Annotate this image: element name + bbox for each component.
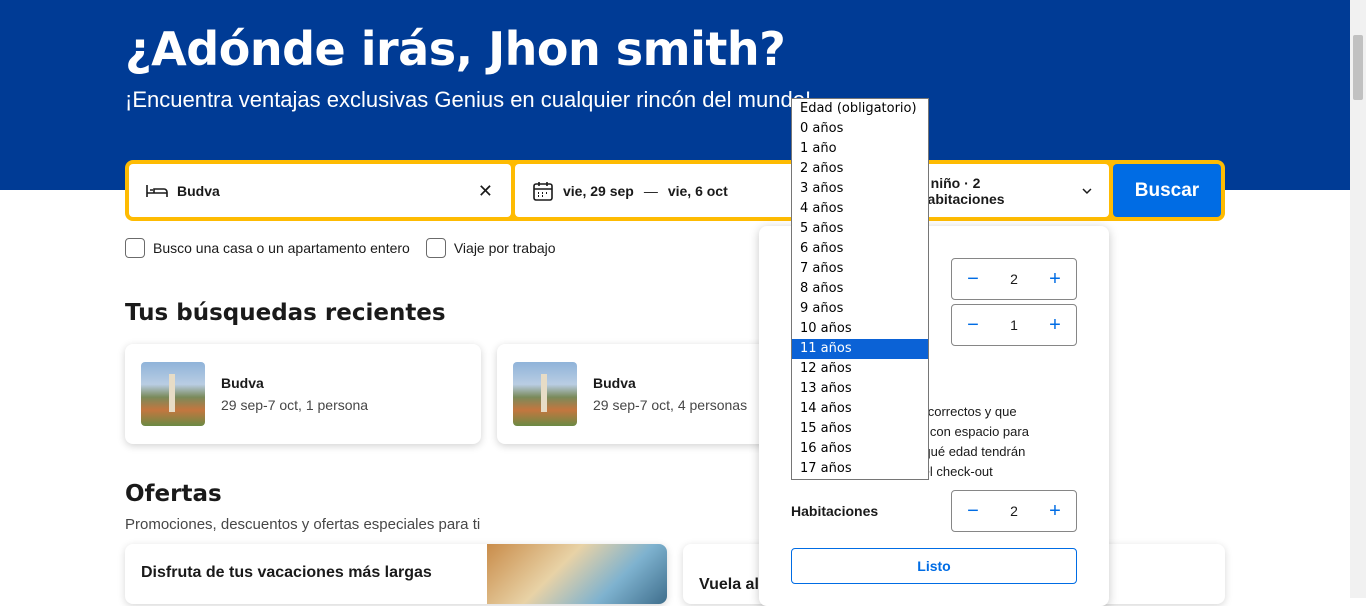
rooms-label: Habitaciones	[791, 503, 879, 519]
done-button[interactable]: Listo	[791, 548, 1077, 584]
work-trip-checkbox[interactable]: Viaje por trabajo	[425, 238, 556, 258]
age-option[interactable]: 7 años	[792, 259, 928, 279]
date-separator: —	[643, 182, 658, 199]
clear-icon[interactable]: ✕	[478, 181, 493, 202]
recent-search-details: 29 sep-7 oct, 4 personas	[593, 397, 748, 413]
age-option[interactable]: 4 años	[792, 199, 928, 219]
recent-search-title: Budva	[593, 375, 636, 391]
minus-icon[interactable]: −	[962, 268, 984, 291]
search-bar: Budva ✕ vie, 29 sep — vie, 6 oct 1 niño …	[125, 160, 1225, 221]
age-option[interactable]: 14 años	[792, 399, 928, 419]
age-option[interactable]: 9 años	[792, 299, 928, 319]
scrollbar-thumb[interactable]	[1353, 35, 1363, 100]
age-option[interactable]: 1 año	[792, 139, 928, 159]
offer-card[interactable]: Disfruta de tus vacaciones más largas	[125, 544, 667, 604]
age-option[interactable]: 3 años	[792, 179, 928, 199]
offers-heading: Ofertas	[125, 481, 222, 507]
destination-thumbnail	[141, 362, 205, 426]
age-option[interactable]: 5 años	[792, 219, 928, 239]
age-option[interactable]: 10 años	[792, 319, 928, 339]
whole-home-label: Busco una casa o un apartamento entero	[153, 240, 410, 256]
offer-title: Disfruta de tus vacaciones más largas	[141, 564, 432, 581]
adults-stepper: − 2 +	[951, 258, 1077, 300]
recent-search-details: 29 sep-7 oct, 1 persona	[221, 397, 369, 413]
age-option-selected[interactable]: 11 años	[792, 339, 928, 359]
recent-search-title: Budva	[221, 375, 264, 391]
checkout-date[interactable]: vie, 6 oct	[668, 183, 728, 199]
page-subtitle: ¡Encuentra ventajas exclusivas Genius en…	[125, 87, 812, 112]
destination-input[interactable]: Budva	[177, 183, 220, 199]
occupancy-summary[interactable]: 1 niño · 2 habitaciones	[919, 175, 1069, 207]
age-option[interactable]: 0 años	[792, 119, 928, 139]
children-count: 1	[1010, 317, 1018, 333]
age-option[interactable]: 17 años	[792, 459, 928, 479]
destination-field[interactable]: Budva ✕	[129, 164, 511, 217]
destination-thumbnail	[513, 362, 577, 426]
adults-count: 2	[1010, 271, 1018, 287]
offers-subtitle: Promociones, descuentos y ofertas especi…	[125, 516, 481, 533]
age-option[interactable]: 6 años	[792, 239, 928, 259]
age-option[interactable]: Edad (obligatorio)	[792, 99, 928, 119]
plus-icon[interactable]: +	[1044, 500, 1066, 523]
search-button[interactable]: Buscar	[1113, 164, 1221, 217]
child-age-dropdown[interactable]: Edad (obligatorio) 0 años 1 año 2 años 3…	[791, 98, 929, 480]
search-options: Busco una casa o un apartamento entero V…	[125, 238, 572, 258]
age-option[interactable]: 13 años	[792, 379, 928, 399]
age-option[interactable]: 12 años	[792, 359, 928, 379]
recent-searches-heading: Tus búsquedas recientes	[125, 300, 446, 326]
calendar-icon	[533, 181, 553, 201]
age-option[interactable]: 15 años	[792, 419, 928, 439]
occupancy-field[interactable]: 1 niño · 2 habitaciones	[919, 164, 1109, 217]
checkin-date[interactable]: vie, 29 sep	[563, 183, 634, 199]
whole-home-checkbox[interactable]: Busco una casa o un apartamento entero	[125, 238, 410, 258]
offer-title: Vuela al	[699, 576, 759, 593]
age-option[interactable]: 2 años	[792, 159, 928, 179]
rooms-count: 2	[1010, 503, 1018, 519]
plus-icon[interactable]: +	[1044, 314, 1066, 337]
minus-icon[interactable]: −	[962, 500, 984, 523]
chevron-down-icon	[1082, 187, 1092, 194]
age-option[interactable]: 16 años	[792, 439, 928, 459]
work-trip-label: Viaje por trabajo	[453, 240, 556, 256]
checkbox-box[interactable]	[125, 238, 145, 258]
checkbox-box[interactable]	[425, 238, 446, 258]
offer-image	[487, 544, 667, 604]
age-option[interactable]: 8 años	[792, 279, 928, 299]
rooms-stepper: − 2 +	[951, 490, 1077, 532]
plus-icon[interactable]: +	[1044, 268, 1066, 291]
minus-icon[interactable]: −	[962, 314, 984, 337]
recent-search-card[interactable]: Budva 29 sep-7 oct, 1 persona	[125, 344, 481, 444]
children-stepper: − 1 +	[951, 304, 1077, 346]
page-title: ¿Adónde irás, Jhon smith?	[125, 22, 786, 76]
bed-icon	[146, 184, 168, 197]
